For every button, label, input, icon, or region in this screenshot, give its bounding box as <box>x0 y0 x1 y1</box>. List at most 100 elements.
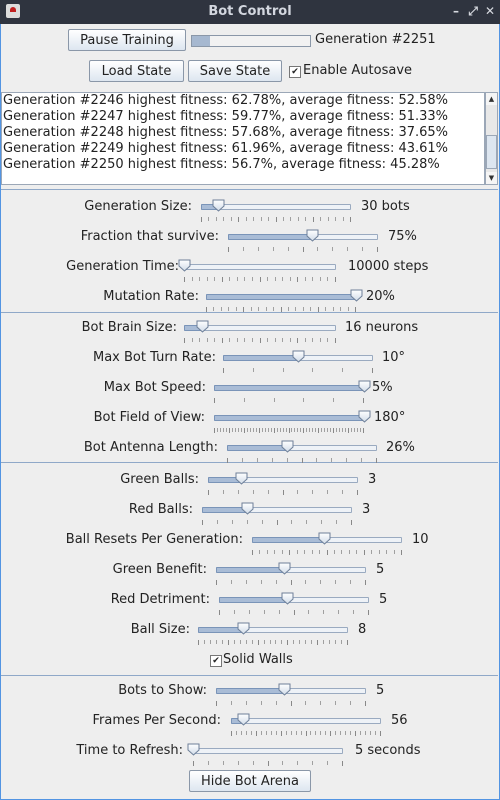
slider-track[interactable] <box>184 264 336 270</box>
slider-tick <box>209 640 211 644</box>
title-bar[interactable]: Bot Control – ⤢ ✕ <box>0 0 500 24</box>
slider-tick <box>250 307 252 311</box>
slider-thumb[interactable] <box>358 410 371 423</box>
slider-label: Max Bot Speed: <box>103 380 206 395</box>
setting-slider[interactable] <box>201 199 351 225</box>
setting-slider[interactable] <box>223 350 373 376</box>
load-state-button[interactable]: Load State <box>89 60 184 82</box>
slider-tick <box>203 640 205 644</box>
slider-thumb[interactable] <box>178 259 191 272</box>
slider-thumb[interactable] <box>187 743 200 756</box>
slider-tick <box>305 640 307 644</box>
slider-tick <box>312 428 314 432</box>
setting-slider[interactable] <box>198 622 348 648</box>
slider-thumb[interactable] <box>292 350 305 363</box>
slider-tick <box>347 247 349 251</box>
slider-tick <box>321 520 323 524</box>
slider-thumb[interactable] <box>241 502 254 515</box>
slider-tick <box>339 428 341 432</box>
scroll-down-icon[interactable]: ▼ <box>486 172 497 184</box>
slider-thumb[interactable] <box>196 320 209 333</box>
slider-tick <box>193 761 194 766</box>
setting-slider[interactable] <box>227 440 377 466</box>
slider-tick <box>229 338 231 342</box>
slider-thumb[interactable] <box>350 289 363 302</box>
hide-bot-arena-button[interactable]: Hide Bot Arena <box>189 770 311 792</box>
slider-thumb[interactable] <box>235 472 248 485</box>
slider-tick <box>229 277 231 281</box>
slider-tick <box>320 580 322 584</box>
log-scrollbar[interactable]: ▲ ▼ <box>485 92 498 185</box>
slider-thumb[interactable] <box>212 199 225 212</box>
slider-thumb[interactable] <box>306 229 319 242</box>
autosave-label[interactable]: Enable Autosave <box>303 63 412 78</box>
setting-slider[interactable] <box>206 289 363 315</box>
slider-tick <box>347 307 349 311</box>
slider-tick <box>239 640 241 644</box>
setting-slider[interactable] <box>252 532 402 558</box>
slider-thumb[interactable] <box>278 562 291 575</box>
slider-thumb[interactable] <box>237 622 250 635</box>
slider-tick <box>267 338 269 342</box>
slider-fill <box>206 294 358 300</box>
slider-tick <box>376 458 377 463</box>
setting-slider[interactable] <box>208 472 358 498</box>
slider-tick <box>363 398 364 403</box>
setting-slider[interactable] <box>214 410 371 436</box>
slider-tick <box>350 701 352 705</box>
slider-tick <box>214 277 216 281</box>
slider-tick <box>222 761 224 765</box>
slider-tick <box>267 428 269 432</box>
setting-slider[interactable] <box>214 380 371 406</box>
scroll-up-icon[interactable]: ▲ <box>486 93 497 105</box>
setting-slider[interactable] <box>219 592 369 618</box>
minimize-icon[interactable]: – <box>448 3 464 19</box>
setting-slider[interactable] <box>202 502 352 528</box>
solid-walls-label[interactable]: Solid Walls <box>223 652 293 667</box>
setting-slider[interactable] <box>216 562 366 588</box>
solid-walls-checkbox[interactable]: ✔ <box>210 655 222 667</box>
slider-tick <box>342 217 344 221</box>
slider-track[interactable] <box>193 748 343 754</box>
slider-tick <box>282 338 284 342</box>
scroll-thumb[interactable] <box>486 135 497 169</box>
slider-tick <box>288 428 290 433</box>
slider-tick <box>270 731 272 735</box>
slider-tick <box>252 368 254 372</box>
setting-slider[interactable] <box>187 743 343 769</box>
slider-tick <box>243 398 245 402</box>
slider-tick <box>221 640 223 644</box>
slider-tick <box>303 428 305 433</box>
slider-tick <box>297 217 299 221</box>
slider-value: 10000 steps <box>348 259 429 274</box>
autosave-checkbox[interactable]: ✔ <box>289 66 301 78</box>
slider-thumb[interactable] <box>278 683 291 696</box>
setting-slider[interactable] <box>228 229 378 255</box>
slider-thumb[interactable] <box>318 532 331 545</box>
slider-tick <box>375 731 377 735</box>
save-state-button[interactable]: Save State <box>188 60 282 82</box>
slider-label: Max Bot Turn Rate: <box>93 350 216 365</box>
setting-slider[interactable] <box>231 713 381 739</box>
slider-thumb[interactable] <box>281 592 294 605</box>
slider-tick <box>280 731 282 736</box>
setting-slider[interactable] <box>178 259 336 285</box>
slider-track[interactable] <box>231 718 381 724</box>
slider-tick <box>245 731 247 735</box>
slider-thumb[interactable] <box>358 380 371 393</box>
training-log[interactable]: Generation #2246 highest fitness: 62.78%… <box>1 92 485 185</box>
close-icon[interactable]: ✕ <box>482 3 498 19</box>
slider-tick <box>294 428 296 432</box>
setting-slider[interactable] <box>184 320 336 346</box>
slider-tick <box>315 731 317 735</box>
slider-tick <box>257 247 259 251</box>
slider-tick <box>261 520 263 524</box>
setting-slider[interactable] <box>216 683 366 709</box>
log-line: Generation #2249 highest fitness: 61.96%… <box>3 141 449 156</box>
slider-thumb[interactable] <box>237 713 250 726</box>
slider-tick <box>350 731 352 735</box>
slider-fill <box>252 537 326 543</box>
maximize-icon[interactable]: ⤢ <box>465 3 481 19</box>
slider-thumb[interactable] <box>281 440 294 453</box>
pause-training-button[interactable]: Pause Training <box>68 29 186 51</box>
